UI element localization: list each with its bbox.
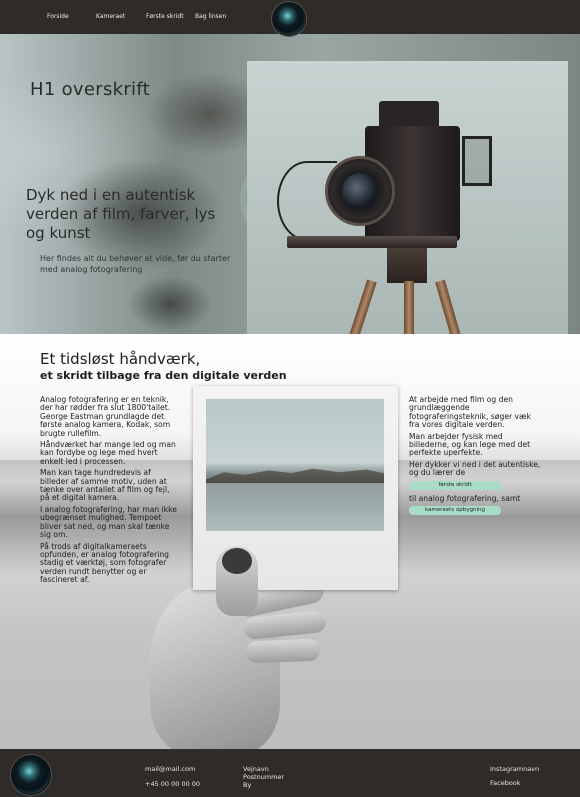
hero-heading: H1 overskrift — [30, 79, 151, 100]
paragraph: Håndværket har mange led og man kan ford… — [40, 440, 176, 466]
first-steps-button[interactable]: første skridt — [409, 480, 501, 490]
right-text-column: At arbejde med film og den grundlæggende… — [409, 395, 541, 520]
harbor-buildings — [206, 468, 384, 483]
left-text-column: Analog fotografering er en teknik, der h… — [40, 395, 180, 588]
thumb-nail — [222, 548, 252, 574]
camera-rail — [287, 236, 457, 248]
paragraph: At arbejde med film og den grundlæggende… — [409, 395, 531, 430]
paragraph: Her dykker vi ned i det autentiske, og d… — [409, 459, 541, 478]
footer-address-postcode: Postnummer — [243, 773, 285, 781]
camera-build-button[interactable]: kameraets opbygning — [409, 506, 501, 516]
footer-facebook-link[interactable]: Facebook — [490, 779, 521, 787]
nav-link-forside[interactable]: Forside — [47, 13, 69, 20]
connector-text: til analog fotografering, samt — [409, 493, 521, 503]
hand-finger — [245, 638, 321, 664]
paragraph: Man arbejder fysisk med billederne, og k… — [409, 431, 531, 458]
footer-address-city: By — [243, 781, 252, 789]
paragraph: I analog fotografering, har man ikke ube… — [40, 504, 177, 540]
camera-lens-logo-icon[interactable] — [272, 2, 306, 36]
section-title: Et tidsløst håndværk, — [40, 350, 201, 368]
tripod-head — [387, 248, 427, 283]
paragraph: Analog fotografering er en teknik, der h… — [40, 395, 171, 438]
tripod-leg — [404, 281, 414, 334]
hero-subheading: Dyk ned i en autentisk verden af film, f… — [26, 186, 216, 242]
nav-link-kameraet[interactable]: Kameraet — [96, 13, 125, 20]
camera-top — [379, 101, 439, 129]
camera-lens-glass — [342, 173, 378, 209]
footer-address-street: Vejnavn — [243, 765, 269, 773]
footer-instagram-link[interactable]: Instagramnavn — [490, 765, 539, 773]
content-section: Et tidsløst håndværk, et skridt tilbage … — [0, 334, 580, 754]
camera-lens-logo-icon[interactable] — [11, 755, 51, 795]
footer-phone[interactable]: +45 00 00 00 00 — [145, 780, 200, 788]
paragraph: På trods af digitalkameraets opfunden, e… — [40, 541, 169, 585]
vintage-camera-photo — [247, 61, 568, 334]
tripod-leg — [435, 279, 476, 334]
nav-link-foerste-skridt[interactable]: Første skridt — [146, 13, 184, 20]
footer-email[interactable]: mail@mail.com — [145, 765, 195, 773]
footer: mail@mail.com +45 00 00 00 00 Vejnavn Po… — [0, 749, 580, 797]
nav-link-bag-linsen[interactable]: Bag linsen — [195, 13, 226, 20]
hero-tagline: Her findes alt du behøver at vide, før d… — [40, 254, 231, 274]
paragraph: Man kan tage hundredevis af billeder af … — [40, 468, 170, 503]
harbor-photo — [206, 399, 384, 531]
hero-section: H1 overskrift Dyk ned i en autentisk ver… — [0, 34, 580, 334]
camera-viewfinder — [462, 136, 492, 186]
section-subtitle: et skridt tilbage fra den digitale verde… — [40, 369, 287, 382]
harbor-water — [206, 483, 384, 531]
tripod-leg — [333, 279, 377, 334]
